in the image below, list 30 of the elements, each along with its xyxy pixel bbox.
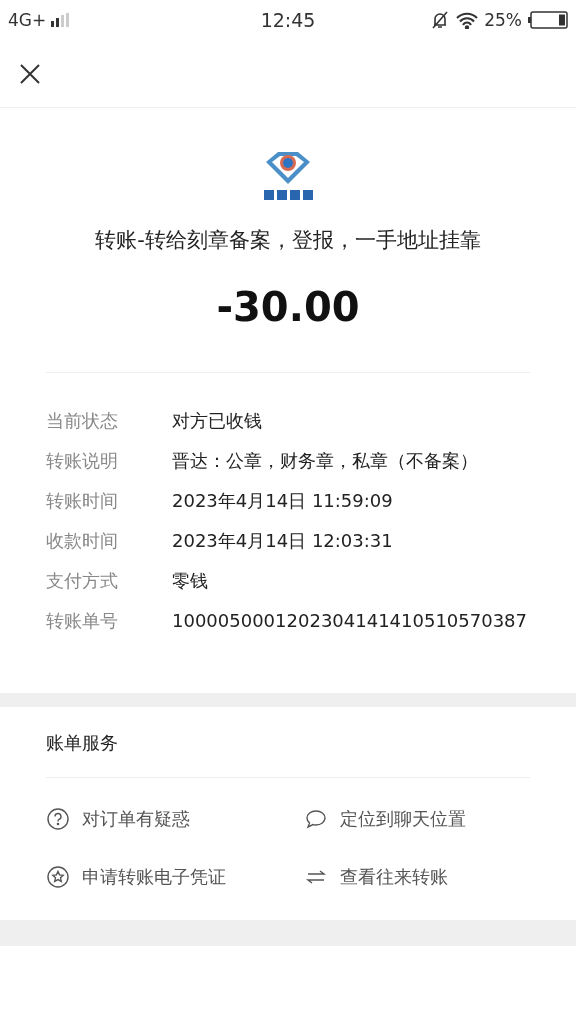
- wifi-icon: [456, 11, 479, 29]
- detail-value: 1000050001202304141410510570387: [172, 609, 529, 633]
- amount: -30.00: [216, 284, 360, 330]
- transfer-title: 转账-转给刻章备案，登报，一手地址挂靠: [95, 227, 481, 254]
- detail-label: 收款时间: [46, 529, 119, 553]
- network-label: 4G+: [8, 10, 47, 30]
- service-link[interactable]: 定位到聊天位置: [304, 806, 530, 832]
- service-link[interactable]: 查看往来转账: [304, 864, 530, 890]
- bell-muted-icon: [430, 10, 451, 30]
- question-icon: [47, 808, 69, 830]
- detail-value: 对方已收钱: [172, 409, 263, 433]
- service-link[interactable]: 对订单有疑惑: [46, 806, 304, 832]
- detail-label: 当前状态: [46, 409, 119, 433]
- signal-icon: [51, 13, 70, 27]
- chat-bubble-icon: [305, 809, 327, 829]
- close-button[interactable]: [18, 61, 42, 86]
- exchange-arrows-icon: [305, 870, 327, 884]
- detail-value: 2023年4月14日 12:03:31: [172, 529, 394, 553]
- detail-label: 转账单号: [46, 609, 119, 633]
- detail-value: 晋达：公章，财务章，私章（不备案）: [172, 449, 479, 473]
- battery-icon: [528, 11, 568, 29]
- detail-label: 转账时间: [46, 489, 119, 513]
- detail-label: 支付方式: [46, 569, 119, 593]
- detail-label: 转账说明: [46, 449, 119, 473]
- section-title: 账单服务: [46, 731, 119, 755]
- detail-value: 零钱: [172, 569, 209, 593]
- clock-time: 12:45: [260, 9, 316, 31]
- detail-value: 2023年4月14日 11:59:09: [172, 489, 394, 513]
- service-link[interactable]: 申请转账电子凭证: [46, 864, 304, 890]
- battery-percent: 25%: [484, 10, 522, 30]
